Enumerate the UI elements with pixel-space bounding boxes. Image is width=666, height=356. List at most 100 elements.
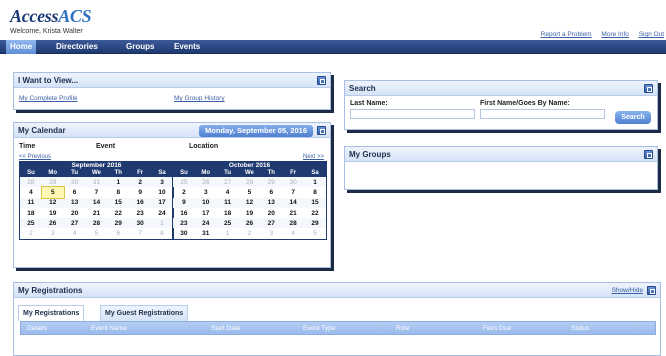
calendar-day[interactable]: 29 [260, 177, 283, 188]
column-header-start-date[interactable]: Start Date [211, 325, 240, 332]
calendar-day[interactable]: 28 [238, 177, 261, 188]
calendar-day[interactable]: 15 [107, 197, 130, 208]
calendar-day[interactable]: 28 [282, 218, 305, 229]
calendar-day[interactable]: 22 [304, 208, 326, 218]
calendar-day[interactable]: 23 [173, 218, 195, 229]
calendar-day[interactable]: 28 [20, 177, 42, 188]
calendar-day[interactable]: 8 [151, 228, 173, 238]
last-name-input[interactable] [350, 109, 475, 119]
calendar-day[interactable]: 29 [304, 218, 326, 229]
calendar-day[interactable]: 28 [85, 218, 108, 229]
first-name-input[interactable] [480, 109, 605, 119]
panel-menu-icon[interactable] [317, 126, 326, 135]
calendar-day[interactable]: 11 [20, 197, 42, 208]
complete-profile-link[interactable]: My Complete Profile [19, 95, 78, 102]
calendar-day[interactable]: 12 [238, 197, 261, 208]
calendar-day[interactable]: 18 [20, 208, 42, 218]
calendar-day[interactable]: 7 [86, 187, 108, 197]
calendar-day[interactable]: 31 [85, 177, 108, 188]
calendar-day[interactable]: 2 [129, 177, 152, 188]
calendar-day[interactable]: 10 [194, 197, 217, 208]
calendar-day[interactable]: 14 [85, 197, 108, 208]
more-info-link[interactable]: More Info [601, 31, 628, 38]
next-month-link[interactable]: Next >> [303, 154, 324, 160]
calendar-day[interactable]: 3 [151, 177, 173, 188]
calendar-day[interactable]: 26 [238, 218, 261, 229]
calendar-day[interactable]: 27 [260, 218, 283, 229]
calendar-day[interactable]: 31 [195, 228, 217, 238]
calendar-day[interactable]: 3 [260, 228, 282, 238]
calendar-day[interactable]: 11 [216, 197, 239, 208]
calendar-day[interactable]: 22 [107, 208, 129, 218]
calendar-day[interactable]: 1 [151, 218, 173, 229]
calendar-day[interactable]: 4 [20, 187, 42, 197]
calendar-day[interactable]: 10 [151, 187, 173, 197]
calendar-day[interactable]: 15 [304, 197, 326, 208]
calendar-day[interactable]: 13 [63, 197, 86, 208]
calendar-day[interactable]: 27 [216, 177, 239, 188]
nav-directories[interactable]: Directories [52, 40, 102, 54]
calendar-day[interactable]: 26 [41, 218, 64, 229]
column-header-event-type[interactable]: Event Type [303, 325, 335, 332]
previous-month-link[interactable]: << Previous [19, 154, 51, 160]
calendar-day[interactable]: 20 [260, 208, 282, 218]
panel-menu-icon[interactable] [644, 150, 653, 159]
calendar-day[interactable]: 27 [63, 218, 86, 229]
panel-menu-icon[interactable] [644, 84, 653, 93]
calendar-day[interactable]: 30 [173, 228, 195, 238]
calendar-day[interactable]: 5 [239, 187, 261, 197]
calendar-day[interactable]: 3 [42, 228, 64, 238]
calendar-day[interactable]: 2 [239, 228, 261, 238]
column-header-fees-due[interactable]: Fees Due [483, 325, 511, 332]
calendar-day[interactable]: 14 [282, 197, 305, 208]
calendar-day[interactable]: 16 [129, 197, 152, 208]
calendar-day[interactable]: 24 [194, 218, 217, 229]
sign-out-link[interactable]: Sign Out [639, 31, 664, 38]
calendar-day[interactable]: 25 [173, 177, 195, 188]
calendar-day[interactable]: 4 [64, 228, 86, 238]
calendar-day[interactable]: 24 [151, 208, 173, 218]
tab-my-registrations[interactable]: My Registrations [18, 305, 85, 321]
panel-menu-icon[interactable] [647, 286, 656, 295]
calendar-day[interactable]: 6 [260, 187, 282, 197]
calendar-day[interactable]: 6 [107, 228, 129, 238]
calendar-day[interactable]: 1 [217, 228, 239, 238]
calendar-day[interactable]: 18 [217, 208, 239, 218]
access-acs-logo[interactable]: AccessACS [10, 6, 92, 27]
calendar-day[interactable]: 29 [41, 177, 64, 188]
calendar-day[interactable]: 13 [260, 197, 283, 208]
calendar-day[interactable]: 19 [239, 208, 261, 218]
show-hide-link[interactable]: Show/Hide [612, 287, 643, 294]
nav-events[interactable]: Events [170, 40, 204, 54]
calendar-day[interactable]: 9 [129, 187, 151, 197]
calendar-day[interactable]: 30 [129, 218, 152, 229]
report-problem-link[interactable]: Report a Problem [541, 31, 592, 38]
calendar-day[interactable]: 25 [216, 218, 239, 229]
tab-my-guest-registrations[interactable]: My Guest Registrations [100, 305, 189, 321]
calendar-day[interactable]: 30 [63, 177, 86, 188]
nav-home[interactable]: Home [6, 40, 37, 54]
calendar-day[interactable]: 17 [151, 197, 173, 208]
search-button[interactable]: Search [615, 111, 651, 124]
calendar-day[interactable]: 26 [194, 177, 217, 188]
calendar-day[interactable]: 5 [86, 228, 108, 238]
calendar-day[interactable]: 7 [282, 187, 304, 197]
calendar-day[interactable]: 7 [129, 228, 151, 238]
calendar-day[interactable]: 4 [282, 228, 304, 238]
current-date-button[interactable]: Monday, September 05, 2016 [199, 125, 313, 137]
calendar-day[interactable]: 30 [282, 177, 305, 188]
calendar-day[interactable]: 4 [217, 187, 239, 197]
column-header-event-name[interactable]: Event Name [91, 325, 127, 332]
calendar-day[interactable]: 1 [304, 177, 326, 188]
calendar-day[interactable]: 5 [304, 228, 326, 238]
calendar-day[interactable]: 3 [195, 187, 217, 197]
calendar-day[interactable]: 9 [173, 197, 195, 208]
calendar-day[interactable]: 23 [129, 208, 151, 218]
calendar-day[interactable]: 20 [64, 208, 86, 218]
panel-menu-icon[interactable] [317, 76, 326, 85]
calendar-day[interactable]: 29 [107, 218, 130, 229]
column-header-role[interactable]: Role [396, 325, 409, 332]
calendar-day[interactable]: 19 [42, 208, 64, 218]
calendar-day[interactable]: 2 [173, 187, 195, 197]
column-header-status[interactable]: Status [571, 325, 589, 332]
